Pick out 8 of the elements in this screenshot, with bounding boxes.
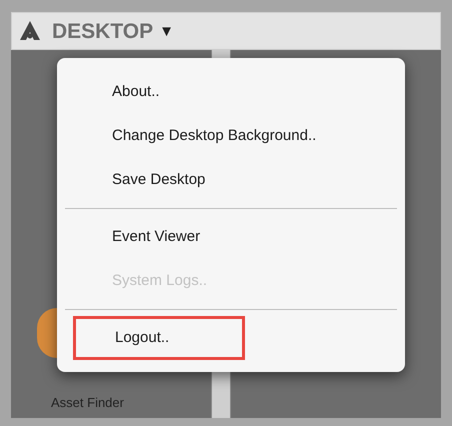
logo-icon — [18, 19, 42, 43]
menu-item[interactable]: Save Desktop — [65, 158, 206, 202]
menu-item[interactable]: Change Desktop Background.. — [65, 114, 316, 158]
icon-label: Asset Finder — [51, 394, 124, 412]
menu-item[interactable]: Logout.. — [73, 316, 245, 360]
menu-item[interactable]: About.. — [65, 70, 160, 114]
desktop-menu-button[interactable]: DESKTOP ▼ — [52, 20, 174, 42]
menu-item[interactable]: Event Viewer — [65, 215, 200, 259]
